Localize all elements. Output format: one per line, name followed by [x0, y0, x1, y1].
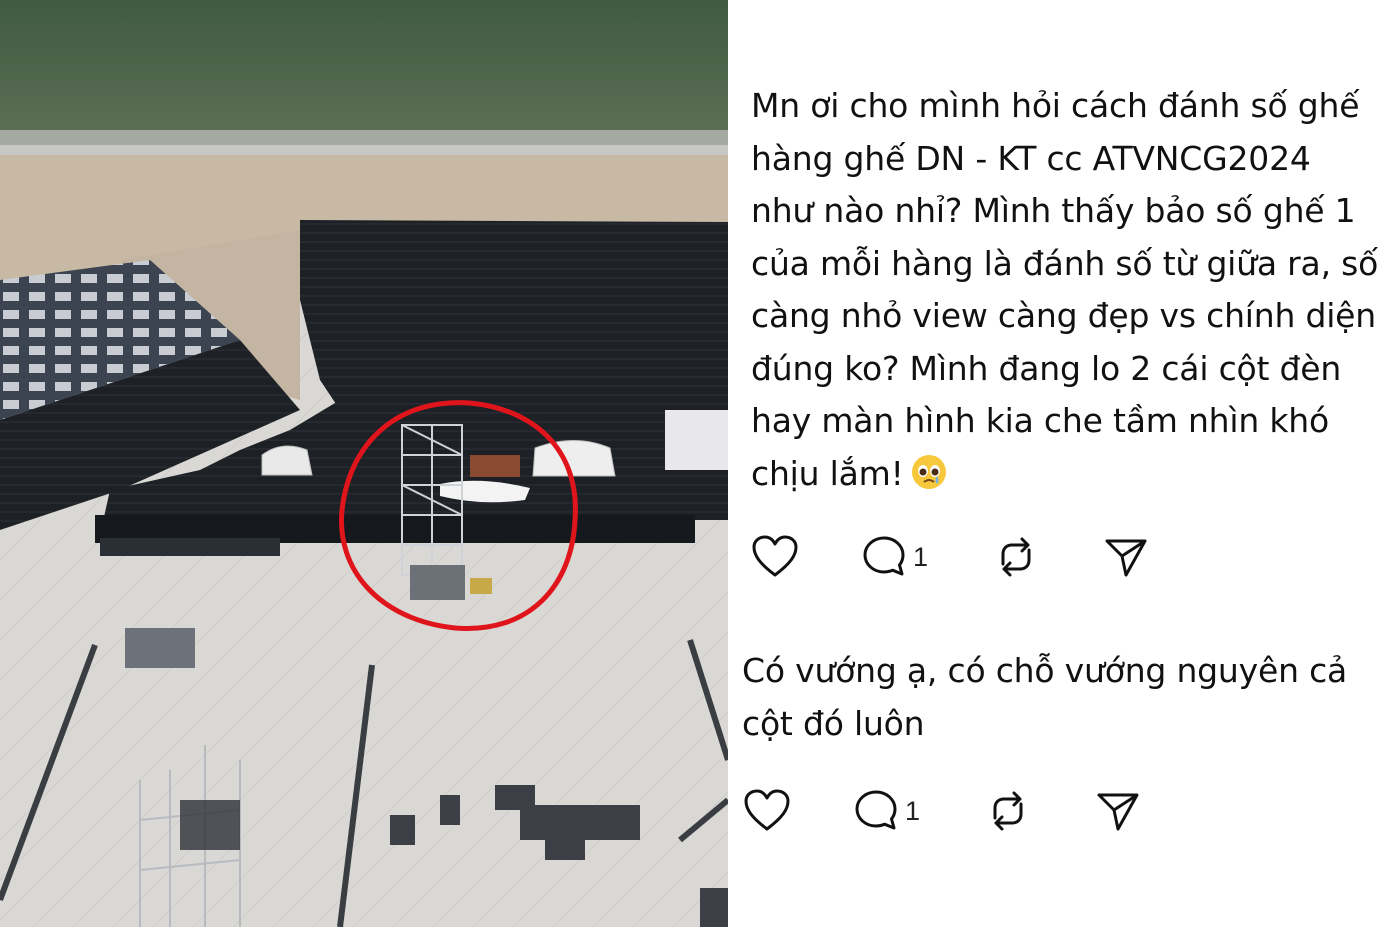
- send-icon: [1095, 788, 1141, 834]
- repost-icon: [985, 788, 1031, 834]
- reply-comment-count: 1: [905, 795, 921, 826]
- post-body: Mn ơi cho mình hỏi cách đánh số ghế hàng…: [751, 86, 1379, 493]
- post-text: Mn ơi cho mình hỏi cách đánh số ghế hàng…: [751, 80, 1381, 500]
- heart-icon: [743, 788, 791, 834]
- share-button[interactable]: [1103, 532, 1149, 582]
- comment-bubble-icon: [861, 534, 907, 580]
- heart-icon: [751, 534, 799, 580]
- reply-actions: 1: [743, 786, 1163, 836]
- like-button[interactable]: [751, 532, 799, 582]
- comment-bubble-icon: [853, 788, 899, 834]
- aerial-stadium-image: [0, 0, 728, 927]
- repost-icon: [993, 534, 1039, 580]
- comment-button[interactable]: 1: [861, 532, 928, 582]
- post-actions: 1: [751, 532, 1171, 582]
- repost-button[interactable]: [993, 532, 1039, 582]
- reply-like-button[interactable]: [743, 786, 791, 836]
- reply-comment-button[interactable]: 1: [853, 786, 920, 836]
- reply-text: Có vướng ạ, có chỗ vướng nguyên cả cột đ…: [742, 651, 1348, 743]
- comment-count: 1: [913, 541, 929, 572]
- reply-share-button[interactable]: [1095, 786, 1141, 836]
- reply-repost-button[interactable]: [985, 786, 1031, 836]
- pleading-face-emoji: [910, 453, 948, 491]
- send-icon: [1103, 534, 1149, 580]
- aerial-venue-photo[interactable]: [0, 0, 728, 927]
